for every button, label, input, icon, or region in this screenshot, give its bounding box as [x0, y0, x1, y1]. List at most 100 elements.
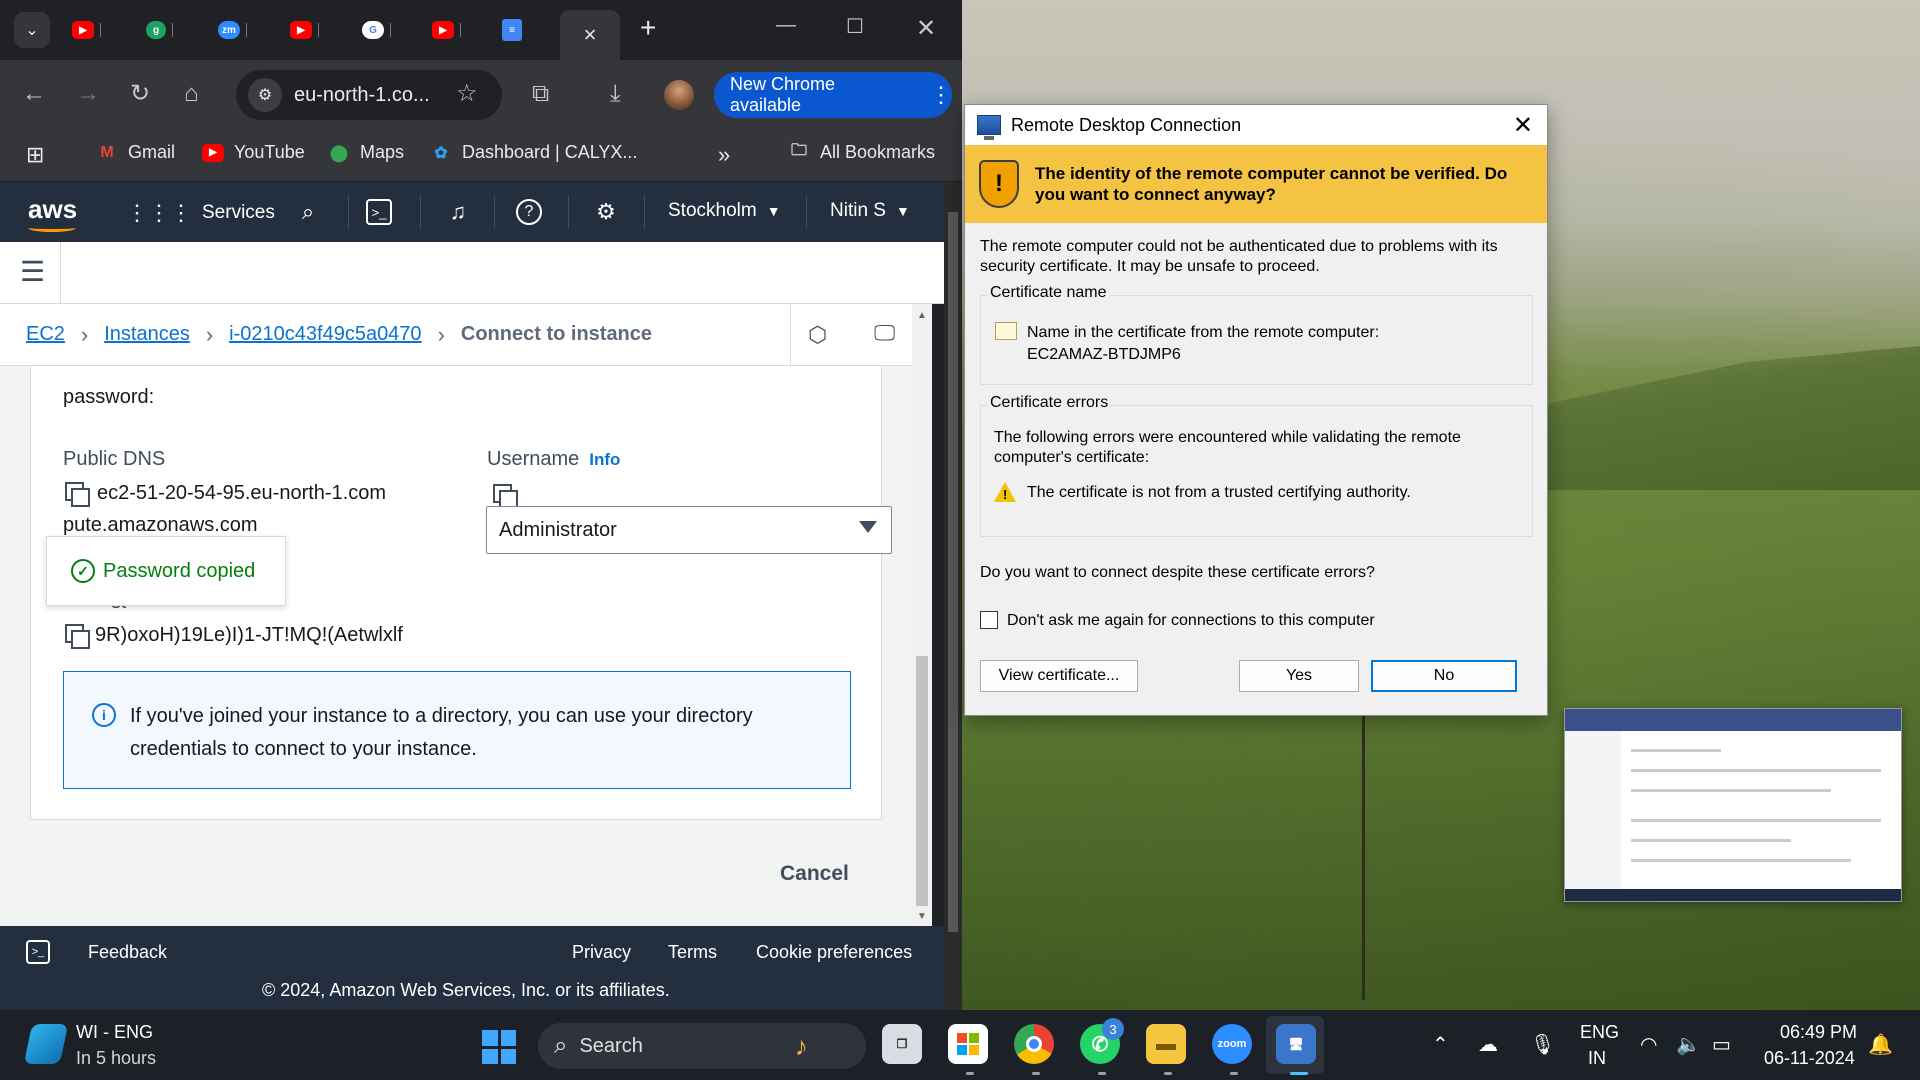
- yes-button[interactable]: Yes: [1239, 660, 1359, 692]
- notification-bell-icon[interactable]: 🔔: [1868, 1032, 1893, 1057]
- directory-info-alert: i If you've joined your instance to a di…: [63, 671, 851, 789]
- more-bookmarks-button[interactable]: »: [718, 142, 730, 168]
- new-chrome-available-button[interactable]: New Chrome available ⋮: [714, 72, 952, 118]
- bookmark-star-icon[interactable]: ☆: [456, 80, 478, 108]
- battery-charging-icon[interactable]: ▭: [1712, 1032, 1731, 1057]
- aws-logo[interactable]: aws: [28, 194, 77, 225]
- preview-titlebar: [1565, 709, 1901, 731]
- extensions-icon[interactable]: ⧉: [532, 80, 549, 108]
- tab-search-chevron-icon[interactable]: ⌄: [14, 12, 50, 48]
- hexagon-settings-icon[interactable]: ⬡: [808, 322, 827, 348]
- volume-icon[interactable]: 🔈: [1676, 1032, 1701, 1057]
- show-hidden-icons-chevron[interactable]: ⌃: [1432, 1032, 1449, 1057]
- username-select[interactable]: Administrator: [486, 506, 892, 554]
- profile-avatar[interactable]: [664, 80, 694, 110]
- scrollbar-thumb[interactable]: [916, 656, 928, 906]
- start-windows-icon[interactable]: [482, 1030, 516, 1064]
- tab-zoom[interactable]: zm: [218, 14, 274, 46]
- back-icon[interactable]: ←: [22, 80, 46, 108]
- wifi-icon[interactable]: ◠: [1640, 1032, 1657, 1057]
- content-scrollbar[interactable]: ▲ ▼: [912, 304, 932, 926]
- bookmark-calyx[interactable]: ✿ Dashboard | CALYX...: [430, 142, 637, 163]
- tab-youtube-2[interactable]: ▶: [290, 14, 346, 46]
- language-line-2[interactable]: IN: [1588, 1048, 1606, 1069]
- breadcrumb-ec2[interactable]: EC2: [26, 323, 65, 346]
- site-info-icon[interactable]: ⚙: [248, 78, 282, 112]
- cert-name-value: EC2AMAZ-BTDJMP6: [1027, 346, 1181, 363]
- task-view-icon[interactable]: ❐: [882, 1024, 922, 1064]
- minimize-icon[interactable]: —: [776, 14, 796, 37]
- privacy-link[interactable]: Privacy: [572, 942, 631, 963]
- taskbar-search[interactable]: ⌕ Search ♪: [538, 1023, 866, 1069]
- dialog-close-icon[interactable]: ✕: [1513, 111, 1533, 140]
- weather-title[interactable]: WI - ENG: [76, 1022, 153, 1043]
- language-line-1[interactable]: ENG: [1580, 1022, 1619, 1043]
- window-close-icon[interactable]: ✕: [916, 14, 936, 43]
- feedback-link[interactable]: Feedback: [88, 942, 167, 963]
- tab-separator: [172, 23, 173, 37]
- no-button[interactable]: No: [1371, 660, 1517, 692]
- remote-desktop-taskbar-icon[interactable]: 🖥: [1276, 1024, 1316, 1064]
- cloudshell-icon[interactable]: >_: [26, 940, 50, 964]
- copy-icon[interactable]: [63, 480, 90, 507]
- breadcrumb-instances[interactable]: Instances: [104, 323, 190, 346]
- view-certificate-button[interactable]: View certificate...: [980, 660, 1138, 692]
- account-menu[interactable]: Nitin S ▼: [830, 200, 910, 222]
- settings-gear-icon[interactable]: ⚙: [590, 196, 622, 228]
- tab-youtube-1[interactable]: ▶: [72, 14, 128, 46]
- region-selector[interactable]: Stockholm ▼: [668, 200, 781, 222]
- file-explorer-icon[interactable]: ▬: [1146, 1024, 1186, 1064]
- bookmark-maps[interactable]: ⬤ Maps: [328, 142, 404, 163]
- breadcrumb-instance-id[interactable]: i-0210c43f49c5a0470: [229, 323, 421, 346]
- window-preview-thumbnail[interactable]: [1564, 708, 1902, 902]
- services-menu[interactable]: ⋮⋮⋮ Services: [126, 200, 275, 226]
- tab-g-app[interactable]: g: [146, 14, 202, 46]
- dont-ask-checkbox[interactable]: [980, 611, 998, 629]
- bookmark-gmail[interactable]: M Gmail: [96, 142, 175, 163]
- info-link[interactable]: Info: [589, 450, 620, 470]
- microsoft-store-icon[interactable]: [948, 1024, 988, 1064]
- page-scrollbar[interactable]: [944, 182, 962, 1010]
- copy-icon[interactable]: [63, 622, 90, 649]
- cloudshell-icon[interactable]: >_: [366, 199, 392, 225]
- bookmark-youtube[interactable]: ▶ YouTube: [202, 142, 305, 163]
- cancel-button[interactable]: Cancel: [780, 862, 849, 886]
- remote-display-icon[interactable]: 🖵: [874, 320, 895, 346]
- notifications-bell-icon[interactable]: ♫: [442, 196, 474, 228]
- running-indicator: [1032, 1072, 1040, 1075]
- copy-icon[interactable]: [491, 482, 518, 509]
- dont-ask-label[interactable]: Don't ask me again for connections to th…: [1007, 611, 1375, 631]
- tab-active-close-icon[interactable]: ×: [560, 10, 620, 60]
- onedrive-cloud-icon[interactable]: ☁: [1478, 1032, 1498, 1057]
- zoom-taskbar-icon[interactable]: zoom: [1212, 1024, 1252, 1064]
- clock-date[interactable]: 06-11-2024: [1764, 1048, 1855, 1069]
- hamburger-menu-icon[interactable]: ☰: [20, 258, 45, 286]
- scroll-up-icon[interactable]: ▲: [917, 310, 927, 321]
- downloads-icon[interactable]: ⤓: [610, 80, 621, 108]
- preview-line: [1631, 859, 1851, 862]
- new-tab-button[interactable]: +: [640, 14, 656, 42]
- cert-error-item: The certificate is not from a trusted ce…: [1027, 484, 1411, 501]
- reload-icon[interactable]: ↻: [130, 80, 150, 108]
- microphone-icon[interactable]: 🎙: [1530, 1032, 1555, 1057]
- all-bookmarks-button[interactable]: 🗀 All Bookmarks: [788, 142, 935, 163]
- weather-widget-icon[interactable]: [23, 1024, 69, 1064]
- maximize-icon[interactable]: ☐: [846, 14, 864, 39]
- forward-icon[interactable]: →: [76, 80, 100, 108]
- toast-text: Password copied: [103, 559, 256, 582]
- tab-google[interactable]: G: [362, 14, 418, 46]
- help-icon[interactable]: ?: [516, 199, 542, 225]
- search-icon[interactable]: ⌕: [292, 196, 324, 228]
- chrome-taskbar-icon[interactable]: [1014, 1024, 1054, 1064]
- page-scrollbar-thumb[interactable]: [948, 212, 958, 932]
- cert-errors-intro: The following errors were encountered wh…: [994, 428, 1461, 468]
- clock-time[interactable]: 06:49 PM: [1780, 1022, 1857, 1043]
- terms-link[interactable]: Terms: [668, 942, 717, 963]
- scroll-down-icon[interactable]: ▼: [917, 911, 927, 922]
- home-icon[interactable]: ⌂: [184, 80, 199, 108]
- apps-grid-icon[interactable]: ⊞: [26, 142, 44, 168]
- cookie-preferences-link[interactable]: Cookie preferences: [756, 942, 912, 963]
- weather-subtitle[interactable]: In 5 hours: [76, 1048, 156, 1069]
- tab-docs[interactable]: ≡: [502, 14, 558, 46]
- tab-youtube-3[interactable]: ▶: [432, 14, 488, 46]
